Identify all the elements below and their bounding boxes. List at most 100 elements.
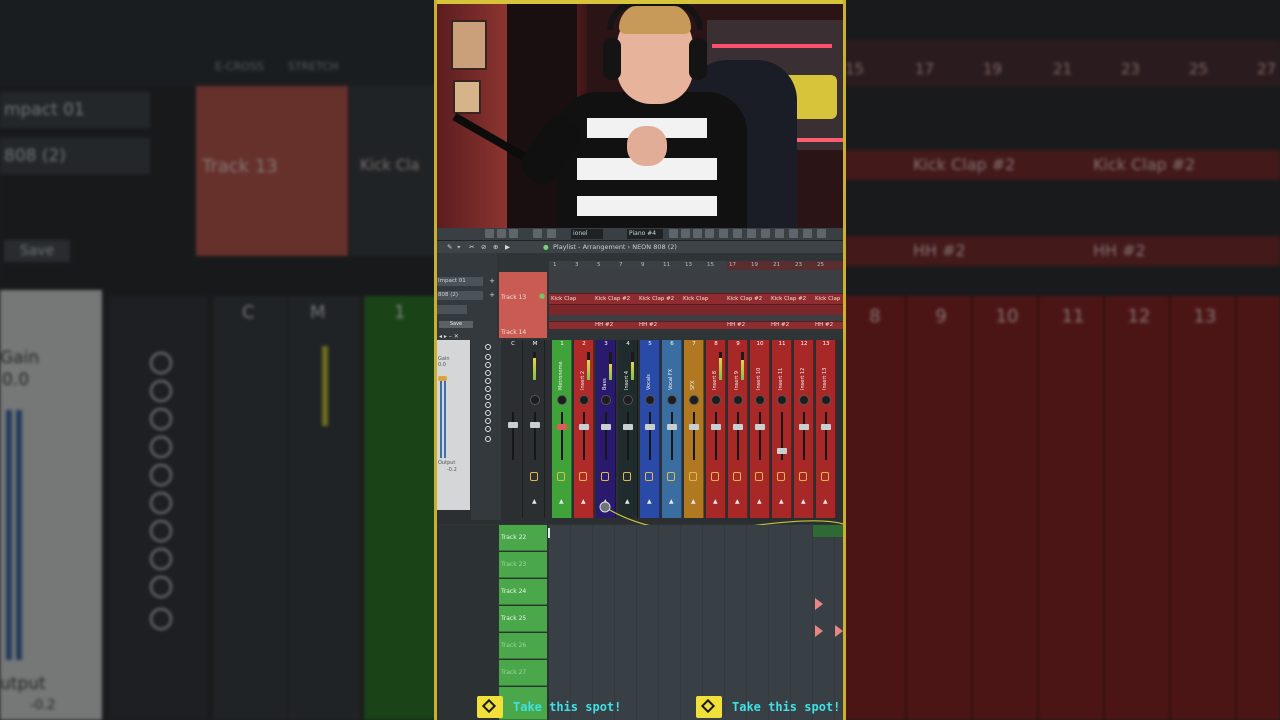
diamond-logo-icon bbox=[696, 696, 722, 718]
pattern-selector[interactable]: Piano #4 bbox=[627, 229, 663, 239]
options-icon[interactable] bbox=[817, 229, 826, 238]
track-header[interactable]: Track 25 bbox=[499, 606, 547, 632]
promo-text: Take this spot! bbox=[732, 700, 841, 714]
route-button[interactable] bbox=[485, 418, 491, 424]
slice-icon[interactable]: ✂ bbox=[469, 241, 474, 253]
playlist-grid[interactable] bbox=[549, 525, 843, 720]
mixer-icon[interactable] bbox=[705, 229, 714, 238]
clip[interactable]: HH #2 bbox=[727, 322, 745, 329]
playlist-icon[interactable] bbox=[669, 229, 678, 238]
mixer-strip-6[interactable]: 6 Vocal FX ▲ bbox=[662, 340, 682, 518]
route-button[interactable] bbox=[485, 362, 491, 368]
picker-item[interactable]: Impact 01 + bbox=[437, 277, 495, 286]
picker-item[interactable]: 808 (2) + bbox=[437, 291, 495, 300]
route-button[interactable] bbox=[485, 410, 491, 416]
wait-icon[interactable] bbox=[547, 229, 556, 238]
clip[interactable]: Kick Clap #2 bbox=[771, 294, 806, 304]
track-lane[interactable]: Kick Clap Kick Clap #2 Kick Clap #2 Kick… bbox=[549, 293, 843, 304]
cpu-icon[interactable] bbox=[761, 229, 770, 238]
route-button[interactable] bbox=[485, 344, 491, 350]
snap-icon[interactable]: ✎ bbox=[447, 241, 452, 253]
mixer-strip-current[interactable]: C bbox=[503, 340, 523, 518]
clip[interactable]: Kick Clap bbox=[683, 294, 708, 304]
gain-panel-blur: Gain 0.0 utput -0.2 bbox=[0, 290, 102, 720]
stop-icon[interactable] bbox=[497, 229, 506, 238]
frame-edge bbox=[843, 0, 846, 720]
route-button[interactable] bbox=[485, 386, 491, 392]
route-button[interactable] bbox=[485, 354, 491, 360]
mixer-strip-7[interactable]: 7 SFX ▲ bbox=[684, 340, 704, 518]
track-header[interactable]: Track 14 bbox=[499, 328, 547, 338]
playback-icon[interactable]: ▶ bbox=[505, 241, 510, 253]
piano-roll-icon[interactable] bbox=[681, 229, 690, 238]
route-button[interactable] bbox=[485, 394, 491, 400]
pattern-clip[interactable] bbox=[815, 598, 823, 610]
clip[interactable]: Kick Clap #2 bbox=[595, 294, 630, 304]
record-icon[interactable] bbox=[509, 229, 518, 238]
marker-bar bbox=[813, 525, 843, 537]
lane-blur: HH #2 HH #2 bbox=[843, 236, 1280, 266]
zoom-icon[interactable]: ⊕ bbox=[493, 241, 498, 253]
track-header[interactable]: Track 22 bbox=[499, 525, 547, 551]
clip[interactable]: HH #2 bbox=[595, 322, 613, 329]
select-icon[interactable]: ⌖ bbox=[457, 241, 461, 253]
mixer-strip-2[interactable]: 2 Insert 2 ▲ bbox=[574, 340, 594, 518]
mixer-strip-8[interactable]: 8 Insert 8 ▲ bbox=[706, 340, 726, 518]
insert-strip-blur: 8 bbox=[843, 296, 907, 720]
play-icon[interactable] bbox=[485, 229, 494, 238]
clip[interactable]: Kick Clap #2 bbox=[639, 294, 674, 304]
mixer-strip-3[interactable]: 3 Bass ▲ bbox=[596, 340, 616, 518]
browser-icon[interactable] bbox=[719, 229, 728, 238]
track-header[interactable]: Track 23 bbox=[499, 552, 547, 578]
route-button[interactable] bbox=[485, 378, 491, 384]
mixer-strip-5[interactable]: 5 Vocals ▲ bbox=[640, 340, 660, 518]
mixer-strip-10[interactable]: 10 Insert 10 ▲ bbox=[750, 340, 770, 518]
pattern-clip[interactable] bbox=[815, 625, 823, 637]
route-button[interactable] bbox=[485, 426, 491, 432]
gain-knob[interactable] bbox=[438, 376, 447, 381]
route-button[interactable] bbox=[485, 436, 491, 442]
nav-arrows-icon[interactable]: ◂ ▸ – ✕ bbox=[439, 333, 459, 340]
plugin-icon[interactable] bbox=[733, 229, 742, 238]
pattern-clip[interactable] bbox=[835, 625, 843, 637]
main-toolbar: ionel Piano #4 bbox=[437, 228, 843, 241]
help-icon[interactable] bbox=[775, 229, 784, 238]
track-header[interactable]: Track 13 ● bbox=[499, 272, 547, 328]
metronome-icon[interactable] bbox=[533, 229, 542, 238]
preset-field[interactable]: ionel bbox=[571, 229, 603, 239]
mute-icon[interactable]: ⊘ bbox=[481, 241, 486, 253]
clip[interactable]: HH #2 bbox=[639, 322, 657, 329]
timeline-ruler[interactable]: 1 3 5 7 9 11 13 15 17 19 21 23 25 bbox=[549, 261, 843, 270]
route-button[interactable] bbox=[485, 370, 491, 376]
mixer-strip-4[interactable]: 4 Insert 4 ▲ bbox=[618, 340, 638, 518]
clip[interactable]: Kick Clap bbox=[815, 294, 840, 304]
route-button[interactable] bbox=[485, 402, 491, 408]
track-header[interactable]: Track 26 bbox=[499, 633, 547, 659]
clip[interactable]: Kick Clap bbox=[551, 294, 576, 304]
clip[interactable]: Kick Clap #2 bbox=[727, 294, 762, 304]
track-led-icon: ● bbox=[539, 292, 546, 300]
output-meter bbox=[444, 380, 446, 458]
view-icon[interactable] bbox=[803, 229, 812, 238]
playlist-titlebar: ✎ ⌖ ✂ ⊘ ⊕ ▶ ● Playlist - Arrangement › N… bbox=[437, 241, 843, 253]
picker-item[interactable] bbox=[437, 305, 467, 314]
mixer-strip-13[interactable]: 13 Insert 13 ▲ bbox=[816, 340, 836, 518]
master-strip-blur: C bbox=[214, 296, 286, 720]
save-button[interactable]: Save bbox=[439, 321, 473, 328]
mixer-strip-master[interactable]: M ▲ bbox=[525, 340, 545, 518]
mixer-strip-metronome[interactable]: 1 Metronome ▲ bbox=[552, 340, 572, 518]
track-lane[interactable]: HH #2 HH #2 HH #2 HH #2 HH #2 bbox=[549, 321, 843, 329]
track-header[interactable]: Track 27 bbox=[499, 660, 547, 686]
clip[interactable]: HH #2 bbox=[771, 322, 789, 329]
mixer-strip-12[interactable]: 12 Insert 12 ▲ bbox=[794, 340, 814, 518]
track-header[interactable]: Track 24 bbox=[499, 579, 547, 605]
clip[interactable]: HH #2 bbox=[815, 322, 833, 329]
settings-icon[interactable] bbox=[789, 229, 798, 238]
playlist-grid-blur: Kick Cla bbox=[350, 86, 437, 256]
track-lane[interactable] bbox=[549, 304, 843, 315]
tempo-icon[interactable] bbox=[747, 229, 756, 238]
mixer-strip-11[interactable]: 11 Insert 11 ▲ bbox=[772, 340, 792, 518]
mixer-strip-9[interactable]: 9 Insert 9 ▲ bbox=[728, 340, 748, 518]
playhead-marker[interactable] bbox=[548, 528, 550, 538]
channel-rack-icon[interactable] bbox=[693, 229, 702, 238]
